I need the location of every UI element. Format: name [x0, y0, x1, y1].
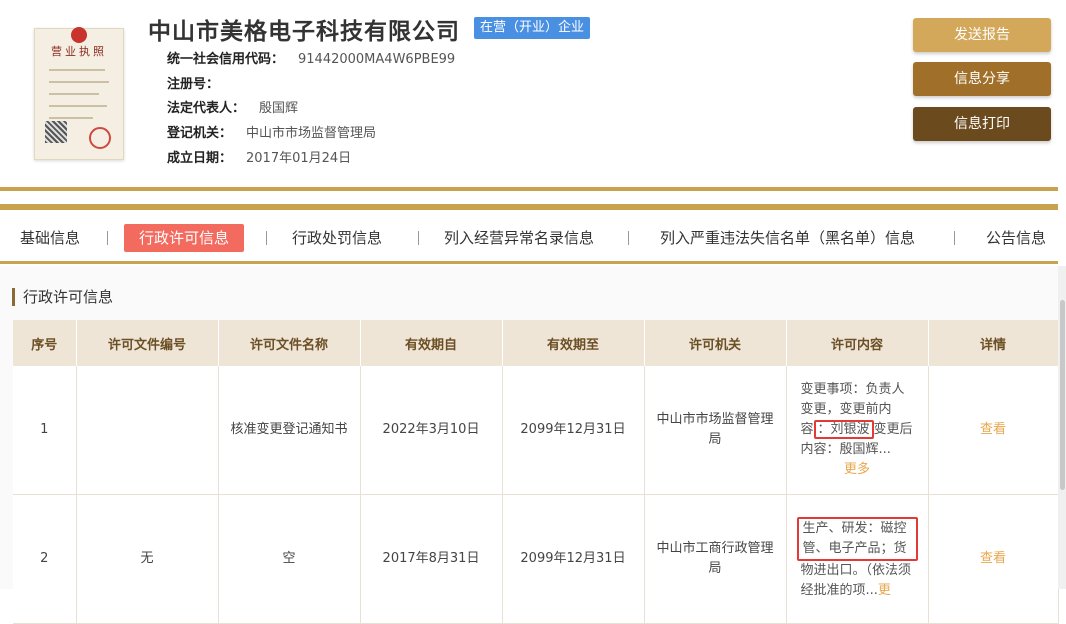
registration-number-row: 注册号： [167, 73, 233, 92]
establishment-date-label: 成立日期： [167, 151, 233, 166]
table-header-row: 序号 许可文件编号 许可文件名称 有效期自 有效期至 许可机关 许可内容 详情 [13, 320, 1059, 366]
registration-number-label: 注册号： [167, 77, 220, 92]
tab-separator [107, 231, 108, 245]
tab-blacklist[interactable]: 列入严重违法失信名单（黑名单）信息 [660, 224, 915, 252]
license-title: 营业执照 [51, 45, 107, 58]
view-detail-link[interactable]: 查看 [980, 422, 1006, 437]
tabs-top-border [0, 204, 1058, 210]
section-title: 行政许可信息 [12, 288, 113, 306]
tab-separator [418, 231, 419, 245]
table-row: 1 核准变更登记通知书 2022年3月10日 2099年12月31日 中山市市场… [13, 366, 1059, 495]
scrollbar-thumb[interactable] [1060, 300, 1065, 490]
table-row: 2 无 空 2017年8月31日 2099年12月31日 中山市工商行政管理局 … [13, 494, 1059, 624]
send-report-button[interactable]: 发送报告 [913, 18, 1051, 52]
tab-separator [954, 231, 955, 245]
credit-code-row: 统一社会信用代码： 91442000MA4W6PBE99 [167, 48, 455, 67]
column-header-authority: 许可机关 [644, 320, 787, 366]
print-info-button[interactable]: 信息打印 [913, 107, 1051, 141]
credit-code-label: 统一社会信用代码： [167, 52, 285, 67]
company-name: 中山市美格电子科技有限公司 [148, 19, 460, 45]
row-doc-no [76, 366, 219, 495]
qr-code-icon [45, 121, 67, 143]
row-valid-from: 2022年3月10日 [360, 366, 503, 495]
national-emblem-icon [71, 27, 87, 43]
license-text-line [49, 69, 105, 71]
tabs-bottom-border [0, 261, 1058, 264]
column-header-doc-no: 许可文件编号 [76, 320, 219, 366]
column-header-index: 序号 [13, 320, 77, 366]
row-index: 1 [13, 366, 77, 495]
column-header-doc-name: 许可文件名称 [218, 320, 361, 366]
tab-administrative-license[interactable]: 行政许可信息 [124, 224, 245, 252]
license-text-line [49, 117, 93, 119]
tab-separator [628, 231, 629, 245]
license-text-line [49, 93, 99, 95]
tab-administrative-penalty[interactable]: 行政处罚信息 [292, 224, 382, 252]
establishment-date-row: 成立日期： 2017年01月24日 [167, 147, 351, 166]
row-detail-cell: 查看 [928, 366, 1059, 495]
license-text-line [49, 81, 109, 83]
registration-authority-row: 登记机关： 中山市市场监督管理局 [167, 122, 376, 141]
row-authority: 中山市市场监督管理局 [644, 366, 787, 495]
more-link[interactable]: 更 [878, 583, 891, 598]
view-detail-link[interactable]: 查看 [980, 551, 1006, 566]
tab-abnormal-operation-list[interactable]: 列入经营异常名录信息 [444, 224, 594, 252]
tab-announcements[interactable]: 公告信息 [986, 224, 1046, 252]
highlighted-text: ：刘银波 [813, 420, 874, 439]
row-content: 变更事项：负责人变更，变更前内容 ：刘银波 变更后内容：殷国辉... 更多 [786, 366, 929, 495]
row-valid-to: 2099年12月31日 [502, 494, 645, 624]
business-license-image[interactable]: 营业执照 [34, 27, 124, 160]
legal-representative-row: 法定代表人： 殷国辉 [167, 97, 298, 116]
registration-authority-value: 中山市市场监督管理局 [246, 126, 377, 141]
tab-bar: 基础信息 行政许可信息 行政处罚信息 列入经营异常名录信息 列入严重违法失信名单… [0, 222, 1058, 256]
row-authority: 中山市工商行政管理局 [644, 494, 787, 624]
header-divider [0, 187, 1058, 191]
row-content: 生产、研发：磁控管、电子产品；货 物进出口。（依法须经批准的项...更 [786, 494, 929, 624]
column-header-content: 许可内容 [786, 320, 929, 366]
row-content-text-rest: 物进出口。（依法须经批准的项... [800, 563, 912, 598]
legal-representative-label: 法定代表人： [167, 101, 246, 116]
row-index: 2 [13, 494, 77, 624]
row-doc-no: 无 [76, 494, 219, 624]
share-info-button[interactable]: 信息分享 [913, 62, 1051, 96]
license-text-line [49, 105, 107, 107]
highlighted-text: 生产、研发：磁控管、电子产品；货 [796, 517, 918, 561]
tab-separator [266, 231, 267, 245]
row-doc-name: 核准变更登记通知书 [218, 366, 361, 495]
status-badge: 在营（开业）企业 [474, 17, 591, 39]
more-link[interactable]: 更多 [844, 462, 870, 477]
row-valid-to: 2099年12月31日 [502, 366, 645, 495]
establishment-date-value: 2017年01月24日 [246, 151, 352, 166]
legal-representative-value: 殷国辉 [259, 101, 299, 116]
row-doc-name: 空 [218, 494, 361, 624]
row-valid-from: 2017年8月31日 [360, 494, 503, 624]
column-header-valid-from: 有效期自 [360, 320, 503, 366]
column-header-valid-to: 有效期至 [502, 320, 645, 366]
license-table: 序号 许可文件编号 许可文件名称 有效期自 有效期至 许可机关 许可内容 详情 … [13, 320, 1059, 624]
tab-basic-info[interactable]: 基础信息 [20, 224, 80, 252]
row-detail-cell: 查看 [928, 494, 1059, 624]
registration-authority-label: 登记机关： [167, 126, 233, 141]
column-header-detail: 详情 [928, 320, 1059, 366]
credit-code-value: 91442000MA4W6PBE99 [298, 52, 456, 67]
seal-icon [89, 127, 111, 149]
